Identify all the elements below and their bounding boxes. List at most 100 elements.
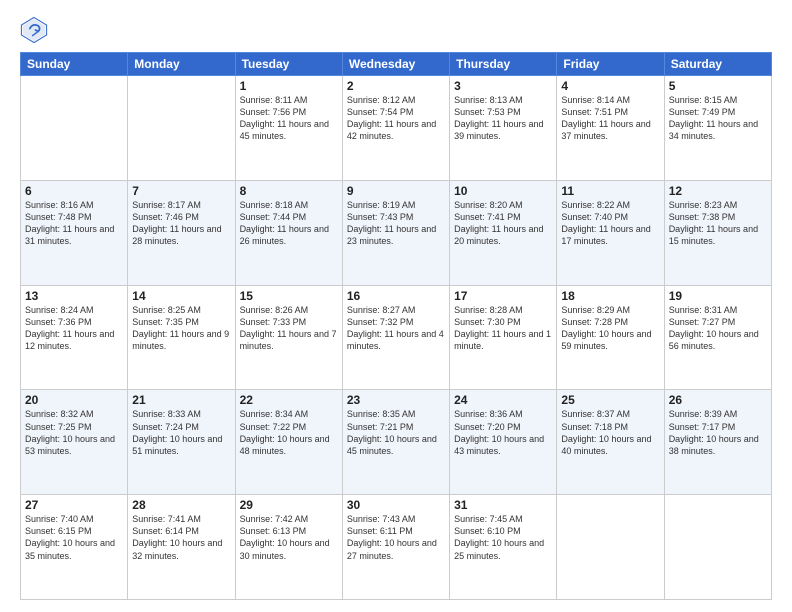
day-info: Sunrise: 8:26 AM Sunset: 7:33 PM Dayligh… [240,304,338,353]
day-number: 4 [561,79,659,93]
calendar-cell: 14Sunrise: 8:25 AM Sunset: 7:35 PM Dayli… [128,285,235,390]
day-number: 17 [454,289,552,303]
calendar-table: SundayMondayTuesdayWednesdayThursdayFrid… [20,52,772,600]
day-info: Sunrise: 7:42 AM Sunset: 6:13 PM Dayligh… [240,513,338,562]
day-info: Sunrise: 8:29 AM Sunset: 7:28 PM Dayligh… [561,304,659,353]
day-number: 24 [454,393,552,407]
day-number: 31 [454,498,552,512]
day-info: Sunrise: 7:40 AM Sunset: 6:15 PM Dayligh… [25,513,123,562]
weekday-header-thursday: Thursday [450,53,557,76]
day-number: 3 [454,79,552,93]
calendar-cell: 3Sunrise: 8:13 AM Sunset: 7:53 PM Daylig… [450,76,557,181]
weekday-header-monday: Monday [128,53,235,76]
calendar-cell: 4Sunrise: 8:14 AM Sunset: 7:51 PM Daylig… [557,76,664,181]
calendar-cell: 18Sunrise: 8:29 AM Sunset: 7:28 PM Dayli… [557,285,664,390]
day-number: 25 [561,393,659,407]
day-number: 8 [240,184,338,198]
calendar-cell: 31Sunrise: 7:45 AM Sunset: 6:10 PM Dayli… [450,495,557,600]
day-info: Sunrise: 8:32 AM Sunset: 7:25 PM Dayligh… [25,408,123,457]
day-info: Sunrise: 8:16 AM Sunset: 7:48 PM Dayligh… [25,199,123,248]
logo-icon [20,16,48,44]
day-info: Sunrise: 8:34 AM Sunset: 7:22 PM Dayligh… [240,408,338,457]
calendar-week-row: 6Sunrise: 8:16 AM Sunset: 7:48 PM Daylig… [21,180,772,285]
calendar-week-row: 20Sunrise: 8:32 AM Sunset: 7:25 PM Dayli… [21,390,772,495]
day-number: 10 [454,184,552,198]
day-info: Sunrise: 8:11 AM Sunset: 7:56 PM Dayligh… [240,94,338,143]
calendar-cell: 12Sunrise: 8:23 AM Sunset: 7:38 PM Dayli… [664,180,771,285]
weekday-header-wednesday: Wednesday [342,53,449,76]
day-info: Sunrise: 8:37 AM Sunset: 7:18 PM Dayligh… [561,408,659,457]
calendar-cell: 21Sunrise: 8:33 AM Sunset: 7:24 PM Dayli… [128,390,235,495]
day-number: 6 [25,184,123,198]
calendar-cell [128,76,235,181]
day-number: 20 [25,393,123,407]
day-number: 22 [240,393,338,407]
day-number: 30 [347,498,445,512]
page: SundayMondayTuesdayWednesdayThursdayFrid… [0,0,792,612]
day-number: 28 [132,498,230,512]
day-number: 19 [669,289,767,303]
day-info: Sunrise: 8:25 AM Sunset: 7:35 PM Dayligh… [132,304,230,353]
day-number: 11 [561,184,659,198]
day-number: 18 [561,289,659,303]
day-info: Sunrise: 8:19 AM Sunset: 7:43 PM Dayligh… [347,199,445,248]
day-number: 9 [347,184,445,198]
calendar-cell: 29Sunrise: 7:42 AM Sunset: 6:13 PM Dayli… [235,495,342,600]
day-number: 23 [347,393,445,407]
calendar-cell: 9Sunrise: 8:19 AM Sunset: 7:43 PM Daylig… [342,180,449,285]
calendar-cell: 7Sunrise: 8:17 AM Sunset: 7:46 PM Daylig… [128,180,235,285]
calendar-cell [664,495,771,600]
day-info: Sunrise: 8:12 AM Sunset: 7:54 PM Dayligh… [347,94,445,143]
day-info: Sunrise: 8:20 AM Sunset: 7:41 PM Dayligh… [454,199,552,248]
day-info: Sunrise: 8:33 AM Sunset: 7:24 PM Dayligh… [132,408,230,457]
calendar-cell: 22Sunrise: 8:34 AM Sunset: 7:22 PM Dayli… [235,390,342,495]
calendar-cell: 13Sunrise: 8:24 AM Sunset: 7:36 PM Dayli… [21,285,128,390]
calendar-cell: 8Sunrise: 8:18 AM Sunset: 7:44 PM Daylig… [235,180,342,285]
weekday-header-sunday: Sunday [21,53,128,76]
day-info: Sunrise: 8:18 AM Sunset: 7:44 PM Dayligh… [240,199,338,248]
day-info: Sunrise: 8:31 AM Sunset: 7:27 PM Dayligh… [669,304,767,353]
day-info: Sunrise: 7:45 AM Sunset: 6:10 PM Dayligh… [454,513,552,562]
day-info: Sunrise: 8:24 AM Sunset: 7:36 PM Dayligh… [25,304,123,353]
day-info: Sunrise: 7:43 AM Sunset: 6:11 PM Dayligh… [347,513,445,562]
day-info: Sunrise: 8:36 AM Sunset: 7:20 PM Dayligh… [454,408,552,457]
calendar-cell: 25Sunrise: 8:37 AM Sunset: 7:18 PM Dayli… [557,390,664,495]
logo [20,16,52,44]
day-number: 27 [25,498,123,512]
weekday-header-saturday: Saturday [664,53,771,76]
day-info: Sunrise: 8:13 AM Sunset: 7:53 PM Dayligh… [454,94,552,143]
day-info: Sunrise: 8:15 AM Sunset: 7:49 PM Dayligh… [669,94,767,143]
calendar-cell: 5Sunrise: 8:15 AM Sunset: 7:49 PM Daylig… [664,76,771,181]
calendar-header-row: SundayMondayTuesdayWednesdayThursdayFrid… [21,53,772,76]
day-info: Sunrise: 8:14 AM Sunset: 7:51 PM Dayligh… [561,94,659,143]
header [20,16,772,44]
day-number: 29 [240,498,338,512]
day-info: Sunrise: 8:17 AM Sunset: 7:46 PM Dayligh… [132,199,230,248]
day-number: 14 [132,289,230,303]
day-number: 26 [669,393,767,407]
calendar-cell: 6Sunrise: 8:16 AM Sunset: 7:48 PM Daylig… [21,180,128,285]
day-number: 7 [132,184,230,198]
day-info: Sunrise: 8:39 AM Sunset: 7:17 PM Dayligh… [669,408,767,457]
calendar-cell: 19Sunrise: 8:31 AM Sunset: 7:27 PM Dayli… [664,285,771,390]
calendar-cell: 23Sunrise: 8:35 AM Sunset: 7:21 PM Dayli… [342,390,449,495]
day-number: 1 [240,79,338,93]
day-number: 13 [25,289,123,303]
calendar-week-row: 13Sunrise: 8:24 AM Sunset: 7:36 PM Dayli… [21,285,772,390]
calendar-cell: 17Sunrise: 8:28 AM Sunset: 7:30 PM Dayli… [450,285,557,390]
day-info: Sunrise: 8:23 AM Sunset: 7:38 PM Dayligh… [669,199,767,248]
calendar-cell: 10Sunrise: 8:20 AM Sunset: 7:41 PM Dayli… [450,180,557,285]
weekday-header-tuesday: Tuesday [235,53,342,76]
calendar-cell: 15Sunrise: 8:26 AM Sunset: 7:33 PM Dayli… [235,285,342,390]
day-info: Sunrise: 7:41 AM Sunset: 6:14 PM Dayligh… [132,513,230,562]
day-info: Sunrise: 8:35 AM Sunset: 7:21 PM Dayligh… [347,408,445,457]
calendar-cell: 11Sunrise: 8:22 AM Sunset: 7:40 PM Dayli… [557,180,664,285]
calendar-week-row: 1Sunrise: 8:11 AM Sunset: 7:56 PM Daylig… [21,76,772,181]
day-info: Sunrise: 8:27 AM Sunset: 7:32 PM Dayligh… [347,304,445,353]
calendar-cell: 2Sunrise: 8:12 AM Sunset: 7:54 PM Daylig… [342,76,449,181]
day-number: 5 [669,79,767,93]
day-number: 2 [347,79,445,93]
weekday-header-friday: Friday [557,53,664,76]
day-number: 21 [132,393,230,407]
calendar-cell: 26Sunrise: 8:39 AM Sunset: 7:17 PM Dayli… [664,390,771,495]
